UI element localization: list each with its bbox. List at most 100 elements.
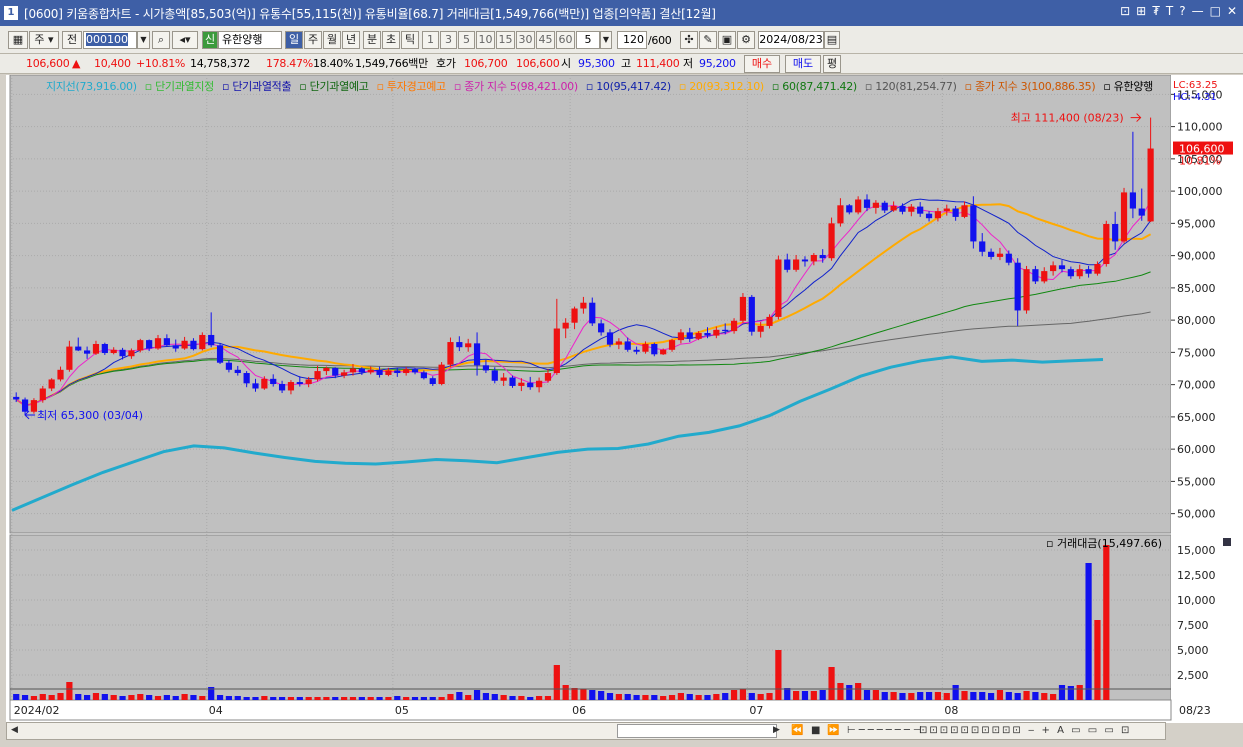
dock-icon[interactable]: ⊡ xyxy=(1120,4,1130,18)
legend-item-1[interactable]: ▫ 단기과열지정 xyxy=(145,80,215,93)
buy-button[interactable]: 매수 xyxy=(744,55,780,73)
volume-bar xyxy=(429,697,436,700)
tile-icon[interactable]: ⊞ xyxy=(1136,4,1146,18)
scroll-thumb[interactable] xyxy=(617,724,777,738)
candle-body xyxy=(1032,269,1039,282)
minute-tab-30[interactable]: 30 xyxy=(516,31,535,49)
gear-icon[interactable]: ⚙ xyxy=(737,31,755,49)
volume-bar xyxy=(1058,685,1066,700)
candle-body xyxy=(403,369,410,374)
legend-item-0[interactable]: 지지선(73,916.00) xyxy=(46,80,137,93)
horizontal-scrollbar[interactable]: ◀ ▶ ⏪ ■ ⏩ ⊢──────⊣ ⊡⊡⊡⊡⊡⊡⊡⊡⊡⊡ ‒ + A ▭ ▭ … xyxy=(6,722,1166,740)
search-icon[interactable]: ⌕ xyxy=(152,31,170,49)
chevron-down-icon[interactable]: ▼ xyxy=(600,31,612,49)
volume-bar xyxy=(48,695,55,700)
sell-button[interactable]: 매도 xyxy=(785,55,821,73)
minute-tab-1[interactable]: 1 xyxy=(422,31,439,49)
volume-bar xyxy=(243,697,250,700)
interval-tab-6[interactable]: 틱 xyxy=(401,31,419,49)
draw-icon[interactable]: ✎ xyxy=(699,31,717,49)
candle-body xyxy=(819,254,826,259)
volume-bar xyxy=(465,695,472,700)
speaker-icon[interactable]: ◂▾ xyxy=(172,31,198,49)
scroll-left-icon[interactable]: ◀ xyxy=(11,725,18,735)
candle-body xyxy=(908,206,915,212)
pin-icon[interactable]: ₮ xyxy=(1152,4,1160,18)
candle-body xyxy=(518,382,525,386)
stock-code-input[interactable]: 000100 xyxy=(83,31,137,49)
legend-item-2[interactable]: ▫ 단기과열적출 xyxy=(222,80,292,93)
volume-bar xyxy=(30,696,38,700)
calendar-icon[interactable]: ▤ xyxy=(824,31,840,49)
forward-icon[interactable]: ⏩ xyxy=(827,725,839,736)
interval-tab-1[interactable]: 주 xyxy=(304,31,322,49)
volume-bar xyxy=(314,697,321,700)
custom-interval-select[interactable]: 5 xyxy=(576,31,600,49)
candle-body xyxy=(535,380,543,388)
candle-body xyxy=(668,340,676,350)
minute-tab-3[interactable]: 3 xyxy=(440,31,457,49)
price-tick-label: 50,000 xyxy=(1177,508,1216,521)
price-tick-label: 60,000 xyxy=(1177,443,1216,456)
period-unit-select[interactable]: 주 ▾ xyxy=(29,31,59,49)
interval-tab-5[interactable]: 초 xyxy=(382,31,400,49)
date-input[interactable]: 2024/08/23 xyxy=(758,31,824,49)
maximize-button[interactable]: □ xyxy=(1210,4,1221,18)
help-icon[interactable]: ? xyxy=(1179,4,1185,18)
legend-item-8[interactable]: ▫ 60(87,471.42) xyxy=(772,80,857,93)
price-chart[interactable]: 115,000110,000105,000100,00095,00090,000… xyxy=(6,74,1243,723)
price-change: 10,400 xyxy=(94,57,131,70)
candle-body xyxy=(925,213,933,219)
minute-tab-45[interactable]: 45 xyxy=(536,31,555,49)
candle-body xyxy=(571,308,578,323)
minimize-button[interactable]: — xyxy=(1192,4,1204,18)
candle-body xyxy=(934,211,942,219)
minute-tab-10[interactable]: 10 xyxy=(476,31,495,49)
scope-button[interactable]: 전 xyxy=(62,31,82,49)
stop-icon[interactable]: ■ xyxy=(811,725,820,736)
legend-item-7[interactable]: ▫ 20(93,312.10) xyxy=(679,80,764,93)
legend-item-9[interactable]: ▫ 120(81,254.77) xyxy=(865,80,957,93)
rewind-icon[interactable]: ⏪ xyxy=(791,725,803,736)
legend-item-5[interactable]: ▫ 종가 지수 5(98,421.00) xyxy=(454,80,578,93)
minute-tab-60[interactable]: 60 xyxy=(556,31,575,49)
date-tick-label: 08 xyxy=(944,704,958,717)
eval-button[interactable]: 평 xyxy=(823,55,841,73)
stock-name-field[interactable]: 유한양행 xyxy=(218,31,282,49)
volume-bar xyxy=(358,697,365,700)
legend-item-3[interactable]: ▫ 단기과열예고 xyxy=(299,80,369,93)
layout-icon[interactable]: ▦ xyxy=(8,31,28,49)
candle-body xyxy=(358,368,365,373)
legend-item-10[interactable]: ▫ 종가 지수 3(100,886.35) xyxy=(965,80,1096,93)
volume-bar xyxy=(1005,692,1012,700)
chart-area[interactable]: 115,000 110,000 105,000 100,000 95,000 90,000… xyxy=(6,74,1243,723)
volume-bar xyxy=(349,697,357,700)
volume-bar xyxy=(908,693,915,700)
legend-item-6[interactable]: ▫ 10(95,417.42) xyxy=(586,80,671,93)
save-icon[interactable]: ▣ xyxy=(718,31,736,49)
legend-item-4[interactable]: ▫ 투자경고예고 xyxy=(377,80,447,93)
candle-body xyxy=(1023,269,1030,311)
interval-tab-4[interactable]: 분 xyxy=(363,31,381,49)
crosshair-icon[interactable]: ✣ xyxy=(680,31,698,49)
interval-tab-3[interactable]: 년 xyxy=(342,31,360,49)
interval-tab-2[interactable]: 월 xyxy=(323,31,341,49)
minute-tab-15[interactable]: 15 xyxy=(496,31,515,49)
bar-count-input[interactable]: 120 xyxy=(617,31,647,49)
candle-body xyxy=(739,296,747,321)
chart-tools-icons[interactable]: ⊡⊡⊡⊡⊡⊡⊡⊡⊡⊡ ‒ + A ▭ ▭ ▭ ⊡ xyxy=(919,725,1131,736)
scroll-right-icon[interactable]: ▶ xyxy=(773,725,780,735)
close-button[interactable]: ✕ xyxy=(1227,4,1237,18)
legend-item-11[interactable]: ▫ 유한양행 xyxy=(1103,80,1153,93)
chevron-down-icon[interactable]: ▼ xyxy=(137,31,150,49)
low-annotation: 최저 65,300 (03/04) xyxy=(37,409,143,422)
zoom-slider[interactable]: ⊢──────⊣ xyxy=(847,725,925,736)
font-icon[interactable]: T xyxy=(1166,4,1173,18)
volume-bar xyxy=(917,692,924,700)
interval-tab-0[interactable]: 일 xyxy=(285,31,303,49)
candle-body xyxy=(713,329,720,336)
candle-body xyxy=(376,369,383,375)
new-stock-tag: 신 xyxy=(202,31,218,49)
minute-tab-5[interactable]: 5 xyxy=(458,31,475,49)
volume-bar xyxy=(837,683,844,700)
